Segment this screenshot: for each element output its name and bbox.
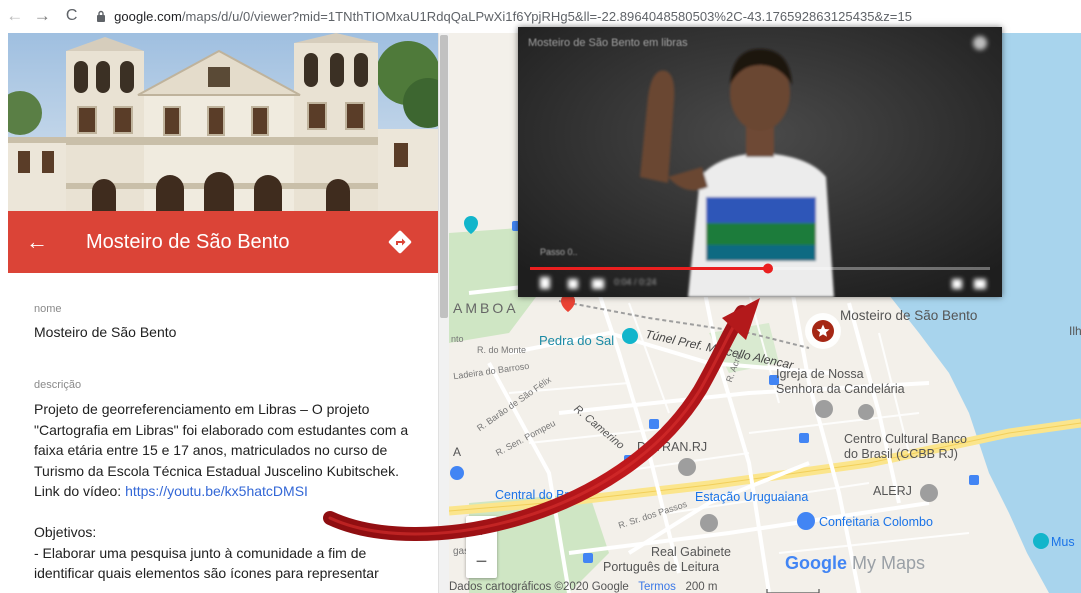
map-label-candelaria-1[interactable]: Igreja de Nossa <box>776 367 864 381</box>
place-photo <box>8 33 438 211</box>
url-text[interactable]: google.com/maps/d/u/0/viewer?mid=1TNthTI… <box>114 9 1081 24</box>
description-body: Projeto de georreferenciamento em Libras… <box>34 401 409 479</box>
video-play-icon[interactable] <box>536 273 556 293</box>
video-link[interactable]: https://youtu.be/kx5hatcDMSI <box>125 483 308 499</box>
map-label-mosteiro[interactable]: Mosteiro de São Bento <box>840 308 977 323</box>
zoom-out-button[interactable]: − <box>466 547 497 578</box>
map-label-r-do-monte: R. do Monte <box>477 345 527 355</box>
map-label-gabinete-1[interactable]: Real Gabinete <box>651 545 731 559</box>
place-details-panel: ← Mosteiro de São Bento nome Mosteiro de… <box>8 33 438 593</box>
map-label-alerj[interactable]: ALERJ <box>873 484 912 498</box>
description-text: Projeto de georreferenciamento em Libras… <box>34 399 420 584</box>
my-maps-wordmark: My Maps <box>852 553 926 573</box>
video-caption: Passo 0.. <box>540 247 578 257</box>
name-value: Mosteiro de São Bento <box>34 324 177 340</box>
place-title: Mosteiro de São Bento <box>86 230 290 253</box>
name-label: nome <box>34 303 62 315</box>
map-label-ilha: Ilh <box>1069 324 1081 338</box>
screenshot-root: ← → C google.com/maps/d/u/0/viewer?mid=1… <box>0 0 1081 593</box>
map-data-attribution: Dados cartográficos ©2020 Google <box>449 581 629 593</box>
objective-line-1: - Elaborar uma pesquisa junto à comunida… <box>34 544 367 561</box>
place-header-bar: ← Mosteiro de São Bento <box>8 211 438 273</box>
url-host: google.com <box>114 8 182 24</box>
map-label-candelaria-2[interactable]: Senhora da Candelária <box>776 382 905 396</box>
map-label-a: A <box>453 445 462 459</box>
back-arrow-icon[interactable]: ← <box>8 211 66 273</box>
map-label-central[interactable]: Central do Brasil <box>495 488 587 502</box>
back-arrow-icon[interactable]: ← <box>4 5 25 27</box>
video-fullscreen-icon[interactable] <box>970 273 990 293</box>
terms-link[interactable]: Termos <box>638 581 676 593</box>
scale-label: 200 m <box>685 581 718 593</box>
panel-scrollbar-thumb[interactable] <box>440 35 448 318</box>
video-link-prefix: Link do vídeo: <box>34 483 126 499</box>
video-title: Mosteiro de São Bento em libras <box>528 37 688 49</box>
map-label-musa: Mus <box>1051 535 1075 549</box>
objective-line-2: identificar quais elementos são ícones p… <box>34 565 379 581</box>
reload-icon[interactable]: C <box>61 5 82 27</box>
map-label-detran[interactable]: DETRAN.RJ <box>637 440 707 454</box>
map-footer: Dados cartográficos ©2020 Google Termos … <box>449 581 717 593</box>
map-label-pedra-do-sal[interactable]: Pedra do Sal <box>539 333 614 348</box>
zoom-in-button[interactable]: + <box>466 516 497 547</box>
zoom-control: + − <box>466 516 497 578</box>
map-label-gabinete-2[interactable]: Português de Leitura <box>603 560 719 574</box>
map-label-gamboa: AMBOA <box>453 300 519 316</box>
place-details-body: nome Mosteiro de São Bento descrição Pro… <box>34 303 424 584</box>
map-label-ccbb-2[interactable]: do Brasil (CCBB RJ) <box>844 447 958 461</box>
google-logo: Google My Maps <box>785 553 925 574</box>
map-label-ccbb-1[interactable]: Centro Cultural Banco <box>844 432 967 446</box>
video-time: 0:04 / 0:24 <box>614 277 657 287</box>
google-wordmark: Google <box>785 553 847 573</box>
url-path: /maps/d/u/0/viewer?mid=1TNthTIOMxaU1RdqQ… <box>181 8 913 24</box>
map-label-uruguaiana[interactable]: Estação Uruguaiana <box>695 490 808 504</box>
map-label-colombo[interactable]: Confeitaria Colombo <box>819 515 933 529</box>
video-frame <box>518 27 1002 297</box>
description-label: descrição <box>34 379 82 391</box>
objectives-title: Objetivos: <box>34 524 97 540</box>
map-label-nto: nto <box>451 334 464 344</box>
forward-arrow-icon[interactable]: → <box>31 5 52 27</box>
lock-icon <box>94 9 108 23</box>
video-player[interactable]: Mosteiro de São Bento em libras Passo 0.… <box>518 27 1002 297</box>
directions-icon[interactable] <box>388 230 412 254</box>
